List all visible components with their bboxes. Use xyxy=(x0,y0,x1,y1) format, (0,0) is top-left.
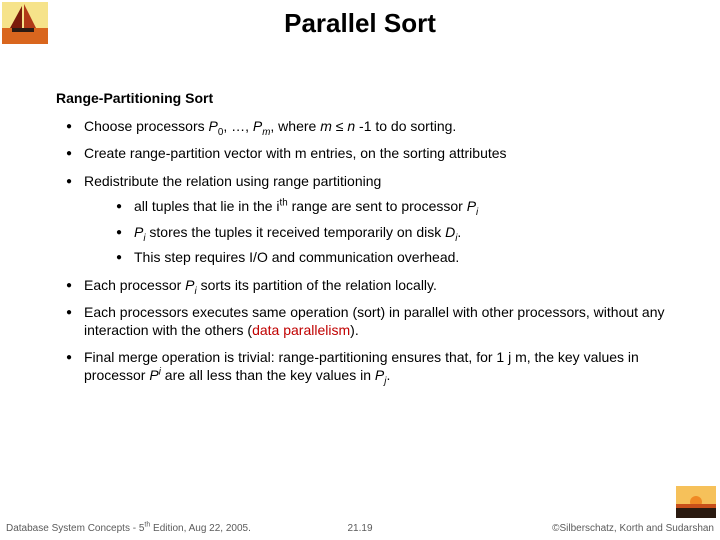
bullet-list: Choose processors P0, …, Pm, where m ≤ n… xyxy=(60,118,680,385)
sub-bullet-list: all tuples that lie in the ith range are… xyxy=(84,198,680,267)
emphasis-text: data parallelism xyxy=(252,322,350,338)
list-item: Choose processors P0, …, Pm, where m ≤ n… xyxy=(66,118,680,136)
slide-title: Parallel Sort xyxy=(0,8,720,39)
list-item: Each processor Pi sorts its partition of… xyxy=(66,277,680,295)
list-item: This step requires I/O and communication… xyxy=(116,249,680,267)
slide-body: Range-Partitioning Sort Choose processor… xyxy=(60,90,680,394)
footer-right: ©Silberschatz, Korth and Sudarshan xyxy=(552,523,714,534)
list-item: Redistribute the relation using range pa… xyxy=(66,173,680,267)
slide: Parallel Sort Range-Partitioning Sort Ch… xyxy=(0,0,720,540)
subheading: Range-Partitioning Sort xyxy=(56,90,680,108)
list-item: Final merge operation is trivial: range-… xyxy=(66,349,680,384)
sunset-icon xyxy=(676,486,716,518)
list-item: Create range-partition vector with m ent… xyxy=(66,145,680,163)
list-item: all tuples that lie in the ith range are… xyxy=(116,198,680,216)
list-item: Pi stores the tuples it received tempora… xyxy=(116,224,680,242)
list-item: Each processors executes same operation … xyxy=(66,304,680,339)
